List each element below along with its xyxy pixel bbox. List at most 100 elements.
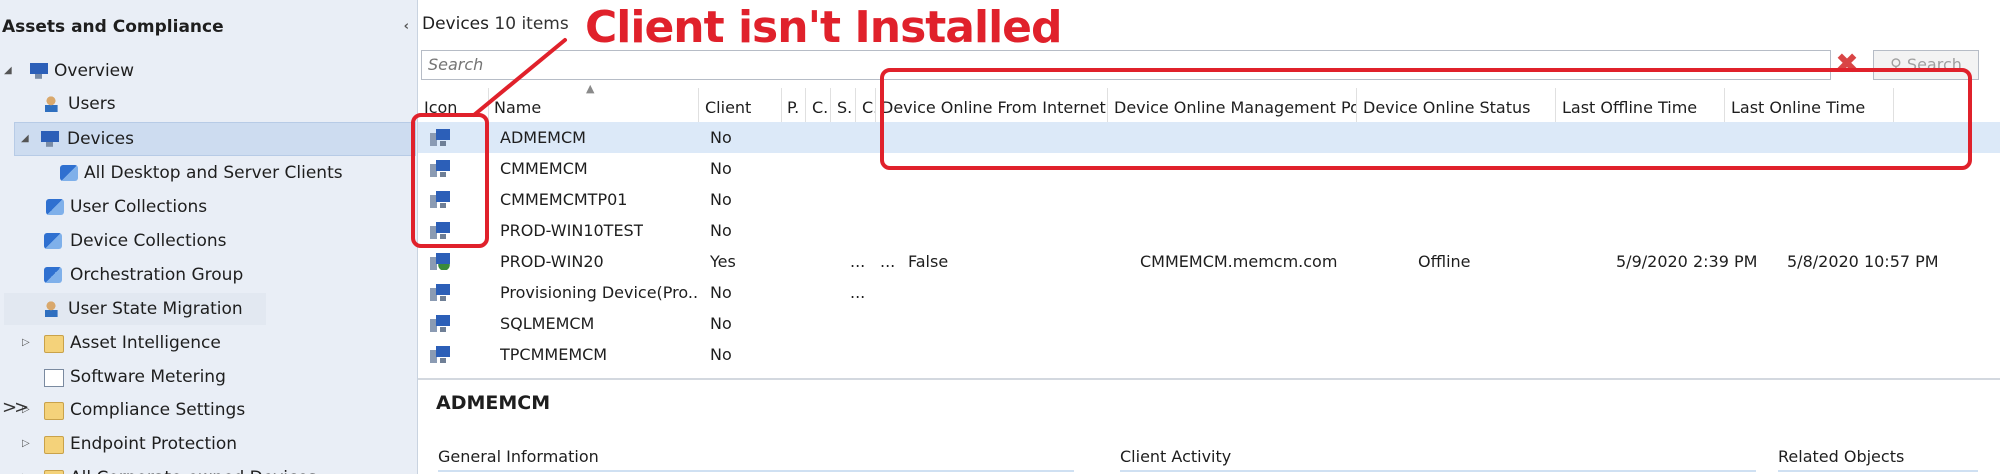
cell-client: No — [710, 221, 732, 240]
nav-item-compliance-settings[interactable]: ▷ Compliance Settings — [4, 394, 404, 426]
device-icon — [41, 131, 59, 147]
cell-device-online-from-internet: False — [908, 252, 949, 271]
collapse-pane-button[interactable]: ‹ — [404, 0, 409, 54]
device-no-client-icon — [430, 284, 450, 301]
nav-item-asset-intelligence[interactable]: ▷ Asset Intelligence — [4, 327, 404, 359]
annotation-box-columns — [880, 68, 1972, 170]
nav-item-label: Software Metering — [70, 367, 226, 387]
item-count: 10 items — [494, 14, 569, 34]
nav-item-label: Devices — [67, 129, 134, 149]
cell-client: No — [710, 283, 732, 302]
nav-item-users[interactable]: Users — [4, 88, 404, 120]
folder-icon — [44, 470, 64, 474]
workspace-title: Assets and Compliance — [2, 17, 224, 37]
cell-name: PROD-WIN20 — [500, 252, 604, 271]
device-no-client-icon — [430, 346, 450, 363]
folder-icon — [44, 402, 64, 420]
device-collection-icon — [44, 233, 62, 249]
expand-icon[interactable]: ▷ — [22, 462, 36, 474]
details-section-related-objects: Related Objects — [1778, 447, 1905, 466]
cell-name: PROD-WIN10TEST — [500, 221, 644, 240]
details-title: ADMEMCM — [436, 392, 551, 414]
nav-item-devices[interactable]: ◢ Devices — [14, 122, 416, 156]
view-name: Devices — [422, 14, 489, 34]
expand-icon[interactable]: ▷ — [22, 428, 36, 460]
nav-item-label: Endpoint Protection — [70, 434, 238, 454]
column-header-p[interactable]: P. — [781, 88, 806, 124]
table-row[interactable]: PROD-WIN10TEST No — [418, 215, 2000, 246]
cell-name: SQLMEMCM — [500, 314, 595, 333]
collection-icon — [60, 165, 78, 181]
cell-s: ... — [850, 252, 866, 271]
cell-client: Yes — [710, 252, 736, 271]
nav-item-label: User State Migration — [68, 299, 243, 319]
column-header-c[interactable]: C. — [806, 88, 831, 124]
annotation-box-icons — [411, 113, 489, 248]
user-icon — [42, 96, 60, 112]
cell-client: No — [710, 345, 732, 364]
overview-icon — [30, 63, 48, 79]
folder-icon — [44, 335, 64, 353]
user-collection-icon — [46, 199, 64, 215]
column-header-name[interactable]: Name — [488, 88, 699, 124]
nav-item-label: Users — [68, 94, 116, 114]
expand-pane-icon[interactable]: >> — [2, 397, 29, 418]
nav-item-label: Device Collections — [70, 231, 227, 251]
nav-item-label: Overview — [54, 61, 135, 81]
section-divider — [1778, 470, 1978, 472]
section-divider — [1120, 470, 1756, 472]
table-row[interactable]: TPCMMEMCM No — [418, 339, 2000, 370]
column-header-c2[interactable]: C. — [856, 88, 876, 124]
cell-name: CMMEMCM — [500, 159, 588, 178]
nav-header: Assets and Compliance ‹ — [0, 0, 417, 54]
cell-name: CMMEMCMTP01 — [500, 190, 628, 209]
navigation-pane: Assets and Compliance ‹ ◢ Overview Users… — [0, 0, 418, 474]
nav-item-overview[interactable]: ◢ Overview — [4, 55, 404, 87]
column-header-client[interactable]: Client — [699, 88, 782, 124]
nav-item-label: Orchestration Group — [70, 265, 244, 285]
view-title: Devices 10 items — [422, 14, 569, 34]
nav-item-user-collections[interactable]: User Collections — [4, 191, 404, 223]
details-section-general-information: General Information — [438, 447, 599, 466]
expand-icon[interactable]: ◢ — [21, 123, 35, 155]
cell-last-offline-time: 5/9/2020 2:39 PM — [1616, 252, 1758, 271]
device-with-client-icon — [430, 253, 450, 270]
nav-item-label: Compliance Settings — [70, 400, 246, 420]
table-row[interactable]: SQLMEMCM No — [418, 308, 2000, 339]
migration-icon — [42, 301, 60, 317]
table-row[interactable]: Provisioning Device(Pro... No ... — [418, 277, 2000, 308]
metering-icon — [44, 369, 64, 387]
orchestration-icon — [44, 267, 62, 283]
cell-name: TPCMMEMCM — [500, 345, 608, 364]
section-divider — [438, 470, 1074, 472]
nav-item-label: All Desktop and Server Clients — [84, 163, 343, 183]
nav-item-label: Asset Intelligence — [70, 333, 221, 353]
expand-icon[interactable]: ◢ — [4, 55, 18, 87]
nav-item-label: User Collections — [70, 197, 208, 217]
details-splitter[interactable] — [418, 378, 2000, 380]
device-no-client-icon — [430, 315, 450, 332]
nav-item-endpoint-protection[interactable]: ▷ Endpoint Protection — [4, 428, 404, 460]
cell-device-online-status: Offline — [1418, 252, 1471, 271]
nav-item-software-metering[interactable]: Software Metering — [4, 361, 404, 393]
nav-item-user-state-migration[interactable]: User State Migration — [4, 293, 266, 325]
table-row[interactable]: CMMEMCMTP01 No — [418, 184, 2000, 215]
nav-item-label: All Corporate-owned Devices — [70, 462, 317, 474]
cell-name: ADMEMCM — [500, 128, 586, 147]
cell-client: No — [710, 128, 732, 147]
cell-client: No — [710, 190, 732, 209]
table-row[interactable]: PROD-WIN20 Yes ... ... False CMMEMCM.mem… — [418, 246, 2000, 277]
nav-item-all-corporate-owned-devices[interactable]: ▷ All Corporate-owned Devices — [4, 462, 404, 474]
cell-client: No — [710, 314, 732, 333]
nav-item-orchestration-group[interactable]: Orchestration Group — [4, 259, 404, 291]
nav-item-device-collections[interactable]: Device Collections — [4, 225, 404, 257]
cell-c2: ... — [880, 252, 896, 271]
cell-client: No — [710, 159, 732, 178]
nav-item-all-desktop-server-clients[interactable]: All Desktop and Server Clients — [4, 157, 404, 189]
folder-icon — [44, 436, 64, 454]
cell-s: ... — [850, 283, 866, 302]
annotation-label: Client isn't Installed — [585, 2, 1063, 53]
column-header-s[interactable]: S. — [831, 88, 856, 124]
cell-last-online-time: 5/8/2020 10:57 PM — [1787, 252, 1939, 271]
expand-icon[interactable]: ▷ — [22, 327, 36, 359]
